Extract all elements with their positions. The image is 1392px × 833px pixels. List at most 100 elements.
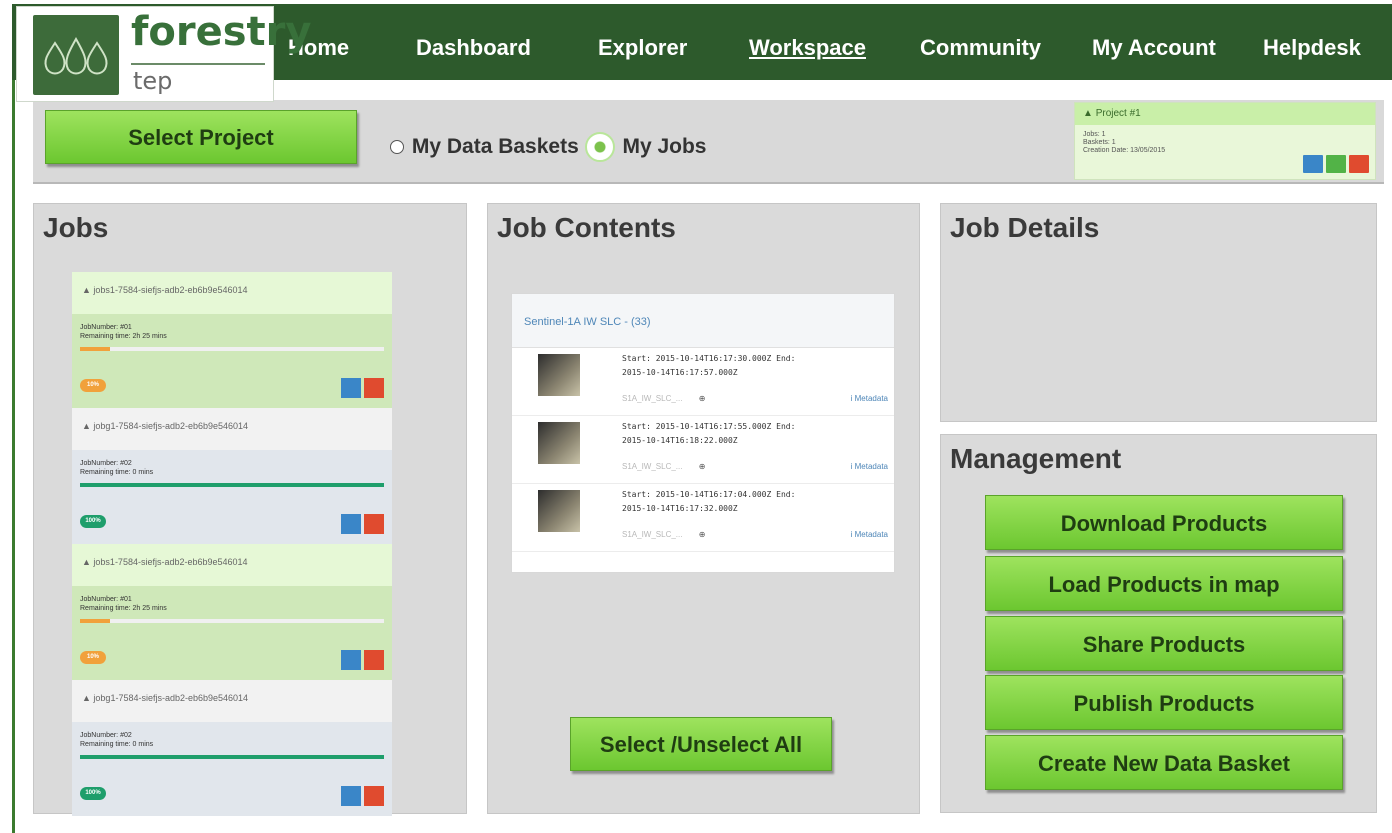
job-delete-button[interactable] [364,514,384,534]
forest-drops-logo-icon [33,15,119,95]
job-progress-bar [80,483,384,487]
product-group-header[interactable]: Sentinel-1A IW SLC - (33) [512,294,894,348]
project-edit-button[interactable] [1326,155,1346,173]
job-body: JobNumber: #02 Remaining time: 0 mins 10… [72,450,392,544]
radio-my-jobs[interactable] [584,132,615,162]
job-body: JobNumber: #01 Remaining time: 2h 25 min… [72,586,392,680]
load-products-in-map-button[interactable]: Load Products in map [985,556,1343,611]
job-id: ▲ jobs1-7584-siefjs-adb2-eb6b9e546014 [72,272,392,314]
job-body: JobNumber: #01 Remaining time: 2h 25 min… [72,314,392,408]
project-bar: Select Project My Data Baskets My Jobs ▲… [33,100,1384,184]
job-info-button[interactable] [341,378,361,398]
project-delete-button[interactable] [1349,155,1369,173]
brand-logo[interactable]: forestry tep [16,6,311,102]
job-info-button[interactable] [341,786,361,806]
product-name: S1A_IW_SLC_... [622,394,683,403]
job-progress-badge: 10% [80,651,106,664]
job-number: JobNumber: #01 [80,324,132,331]
project-card-actions [1303,155,1369,173]
job-id-text: jobs1-7584-siefjs-adb2-eb6b9e546014 [93,557,248,567]
job-info-button[interactable] [341,514,361,534]
job-delete-button[interactable] [364,786,384,806]
nav-workspace[interactable]: Workspace [749,35,866,61]
project-card-jobs: Jobs: 1 [1083,131,1106,138]
job-progress-bar [80,347,384,351]
metadata-link[interactable]: i Metadata [851,530,888,539]
metadata-label: Metadata [854,530,888,539]
job-actions [341,514,384,534]
job-actions [341,378,384,398]
brand-name: forestry [131,9,312,55]
job-item[interactable]: ▲ jobs1-7584-siefjs-adb2-eb6b9e546014 Jo… [72,272,392,408]
job-info-button[interactable] [341,650,361,670]
product-dates: Start: 2015-10-14T16:17:30.000Z End: 201… [622,352,890,380]
product-end: 2015-10-14T16:17:57.000Z [622,368,738,377]
locate-icon[interactable]: ⊕ [699,394,706,403]
job-item[interactable]: ▲ jobg1-7584-siefjs-adb2-eb6b9e546014 Jo… [72,408,392,544]
product-meta: S1A_IW_SLC_... ⊕ i Metadata [622,530,892,539]
nav-helpdesk[interactable]: Helpdesk [1263,35,1361,61]
product-name: S1A_IW_SLC_... [622,462,683,471]
product-thumbnail [538,490,580,532]
management-title: Management [950,443,1122,474]
job-details-panel: Job Details [940,203,1377,422]
create-new-data-basket-button[interactable]: Create New Data Basket [985,735,1343,790]
metadata-link[interactable]: i Metadata [851,394,888,403]
job-remaining: Remaining time: 0 mins [80,469,154,476]
job-id-text: jobg1-7584-siefjs-adb2-eb6b9e546014 [93,421,249,431]
job-number: JobNumber: #02 [80,460,132,467]
nav-my-account[interactable]: My Account [1092,35,1216,61]
product-item[interactable]: Start: 2015-10-14T16:17:30.000Z End: 201… [512,348,894,416]
job-progress-fill [80,619,111,623]
radio-my-data-baskets[interactable] [390,140,404,154]
product-dates: Start: 2015-10-14T16:17:04.000Z End: 201… [622,488,890,516]
brand-divider [131,63,265,65]
nav-explorer[interactable]: Explorer [598,35,687,61]
job-actions [341,650,384,670]
nav-community[interactable]: Community [920,35,1041,61]
radio-label-jobs[interactable]: My Jobs [622,135,706,159]
view-radio-group: My Data Baskets My Jobs [390,132,706,162]
project-info-button[interactable] [1303,155,1323,173]
product-end: 2015-10-14T16:18:22.000Z [622,436,738,445]
metadata-link[interactable]: i Metadata [851,462,888,471]
product-start: Start: 2015-10-14T16:17:04.000Z End: [622,490,796,499]
locate-icon[interactable]: ⊕ [699,462,706,471]
locate-icon[interactable]: ⊕ [699,530,706,539]
publish-products-button[interactable]: Publish Products [985,675,1343,730]
radio-label-baskets[interactable]: My Data Baskets [412,135,579,159]
job-remaining: Remaining time: 2h 25 mins [80,333,167,340]
nav-dashboard[interactable]: Dashboard [416,35,531,61]
job-delete-button[interactable] [364,650,384,670]
job-contents-title: Job Contents [497,212,676,243]
product-dates: Start: 2015-10-14T16:17:55.000Z End: 201… [622,420,890,448]
job-item[interactable]: ▲ jobs1-7584-siefjs-adb2-eb6b9e546014 Jo… [72,544,392,680]
product-meta: S1A_IW_SLC_... ⊕ i Metadata [622,462,892,471]
brand-sub: tep [133,67,173,95]
job-list: ▲ jobs1-7584-siefjs-adb2-eb6b9e546014 Jo… [72,272,392,816]
job-id: ▲ jobg1-7584-siefjs-adb2-eb6b9e546014 [72,680,392,722]
product-item[interactable]: Start: 2015-10-14T16:17:04.000Z End: 201… [512,484,894,552]
select-unselect-all-button[interactable]: Select /Unselect All [570,717,832,771]
job-progress-badge: 100% [80,787,106,800]
job-progress-fill [80,755,384,759]
job-progress-badge: 100% [80,515,106,528]
job-tree-icon: ▲ [82,421,94,431]
project-card[interactable]: ▲ Project #1 Jobs: 1 Baskets: 1 Creation… [1074,102,1376,180]
job-remaining: Remaining time: 2h 25 mins [80,605,167,612]
select-project-button[interactable]: Select Project [45,110,357,164]
project-tree-icon: ▲ [1083,108,1093,119]
download-products-button[interactable]: Download Products [985,495,1343,550]
job-delete-button[interactable] [364,378,384,398]
product-start: Start: 2015-10-14T16:17:55.000Z End: [622,422,796,431]
job-progress-fill [80,483,384,487]
job-progress-bar [80,755,384,759]
job-item[interactable]: ▲ jobg1-7584-siefjs-adb2-eb6b9e546014 Jo… [72,680,392,816]
job-id: ▲ jobg1-7584-siefjs-adb2-eb6b9e546014 [72,408,392,450]
product-thumbnail [538,354,580,396]
share-products-button[interactable]: Share Products [985,616,1343,671]
jobs-title: Jobs [43,212,109,243]
product-start: Start: 2015-10-14T16:17:30.000Z End: [622,354,796,363]
product-item[interactable]: Start: 2015-10-14T16:17:55.000Z End: 201… [512,416,894,484]
job-progress-badge: 10% [80,379,106,392]
